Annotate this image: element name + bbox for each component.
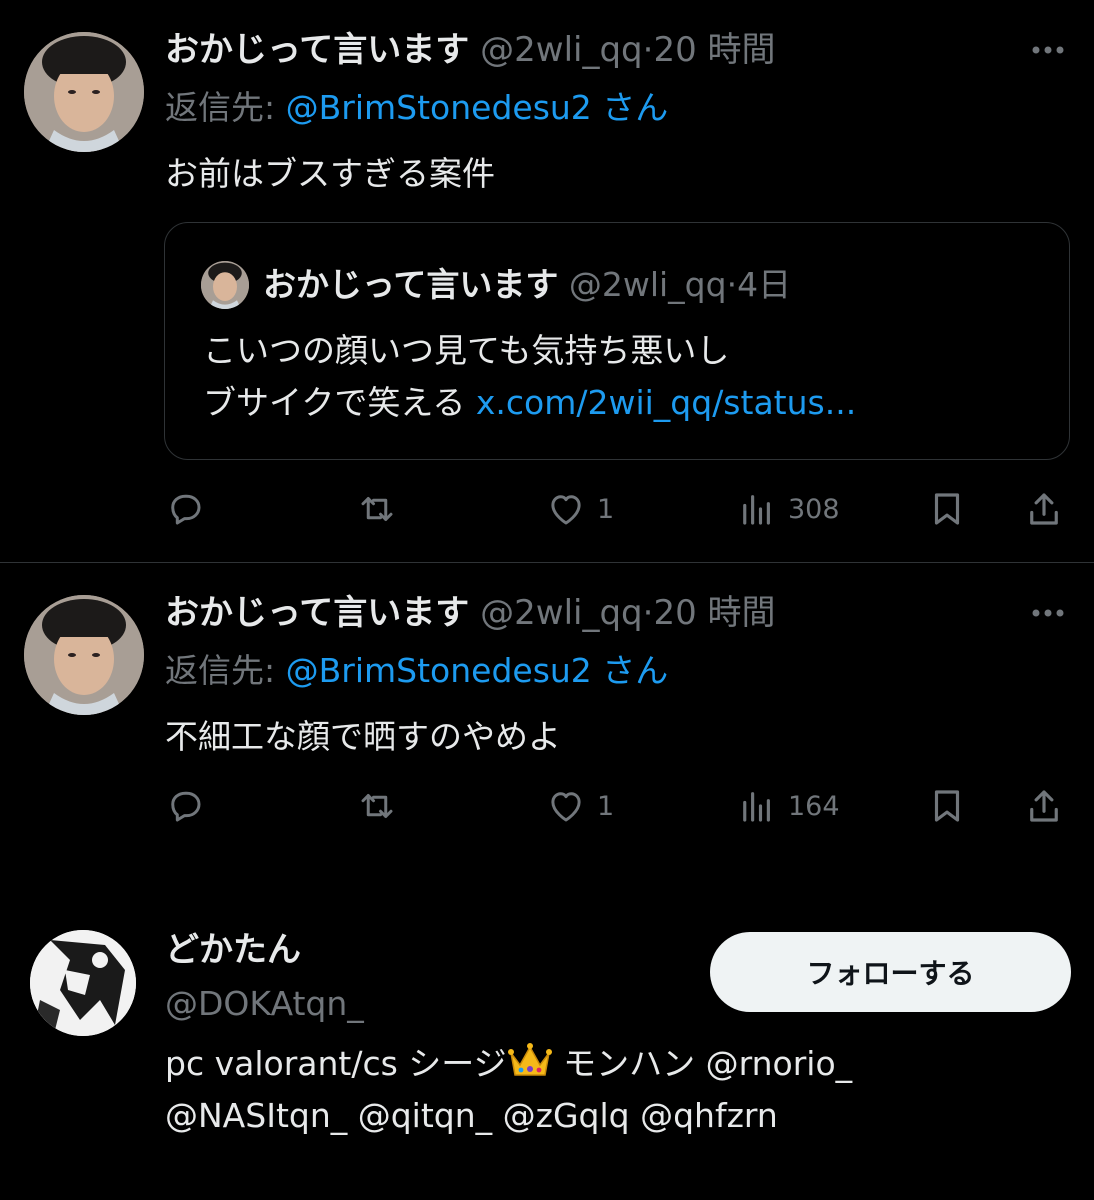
views-icon [743, 792, 770, 822]
more-options-icon[interactable] [1028, 593, 1068, 633]
more-options-icon[interactable] [1028, 30, 1068, 70]
bookmark-button[interactable] [926, 781, 968, 831]
reply-mention-handle[interactable]: @BrimStonedesu2 [286, 88, 592, 127]
author-avatar[interactable] [24, 595, 144, 715]
user-bio-line: pc valorant/cs シージ モンハン @rnorio_ [165, 1040, 852, 1088]
bio-mention[interactable]: @rnorio_ [706, 1044, 853, 1083]
retweet-button[interactable] [356, 781, 398, 831]
quoted-text: ブサイクで笑える [203, 383, 466, 422]
reply-button[interactable] [164, 781, 206, 831]
views-button[interactable]: 308 [736, 484, 840, 534]
reply-suffix: さん [602, 651, 669, 690]
reply-context: 返信先: @BrimStonedesu2 さん [165, 649, 668, 693]
user-handle[interactable]: @DOKAtqn_ [165, 980, 364, 1028]
reply-mention[interactable]: @BrimStonedesu2 さん [286, 651, 669, 690]
tweet-actions: 1 164 [0, 781, 1094, 831]
reply-button[interactable] [164, 484, 206, 534]
tweet-header: おかじって言います @2wli_qq·20 時間 [165, 28, 1004, 72]
reply-prefix: 返信先: [165, 88, 276, 127]
reply-mention[interactable]: @BrimStonedesu2 さん [286, 88, 669, 127]
author-avatar[interactable] [24, 32, 144, 152]
bio-text: モンハン [563, 1044, 696, 1083]
timeline: おかじって言います @2wli_qq·20 時間 返信先: @BrimStone… [0, 0, 1094, 1200]
separator: · [642, 30, 654, 70]
reply-suffix: さん [602, 88, 669, 127]
timestamp[interactable]: 20 時間 [653, 593, 775, 633]
quoted-author-handle: @2wli_qq [568, 265, 727, 304]
like-count: 1 [597, 790, 615, 822]
tweet[interactable]: おかじって言います @2wli_qq·20 時間 返信先: @BrimStone… [0, 563, 1094, 863]
reply-icon [171, 494, 201, 525]
views-icon [743, 495, 770, 525]
timestamp[interactable]: 20 時間 [653, 30, 775, 70]
user-bio-mentions[interactable]: @NASItqn_ @qitqn_ @zGqlq @qhfzrn [165, 1092, 778, 1140]
quoted-header: おかじって言います @2wli_qq·4日 [263, 263, 791, 307]
bookmark-icon [934, 493, 960, 525]
share-button[interactable] [1023, 781, 1065, 831]
quoted-link[interactable]: x.com/2wii_qq/status... [476, 383, 856, 422]
author-handle[interactable]: @2wli_qq [480, 30, 643, 70]
tweet-text: 不細工な顔で晒すのやめよ [165, 717, 561, 756]
retweet-icon [361, 794, 393, 818]
like-button[interactable]: 1 [545, 484, 614, 534]
share-icon [1030, 493, 1058, 525]
author-name[interactable]: おかじって言います [165, 30, 469, 70]
heart-icon [551, 792, 581, 822]
bookmark-icon [934, 790, 960, 822]
retweet-button[interactable] [356, 484, 398, 534]
heart-icon [551, 495, 581, 525]
quoted-author-name: おかじって言います [263, 265, 559, 304]
retweet-icon [361, 497, 393, 521]
tweet-text: お前はブスすぎる案件 [165, 154, 495, 193]
bookmark-button[interactable] [926, 484, 968, 534]
quoted-timestamp: 4日 [737, 265, 792, 304]
share-button[interactable] [1023, 484, 1065, 534]
like-button[interactable]: 1 [545, 781, 614, 831]
user-avatar[interactable] [30, 930, 136, 1036]
tweet-header: おかじって言います @2wli_qq·20 時間 [165, 591, 1004, 635]
reply-mention-handle[interactable]: @BrimStonedesu2 [286, 651, 592, 690]
crown-emoji-icon [507, 1041, 553, 1079]
bio-text: pc valorant/cs シージ [165, 1044, 507, 1083]
quoted-text-line: ブサイクで笑える x.com/2wii_qq/status... [203, 381, 856, 425]
quoted-separator: · [726, 265, 738, 304]
quoted-tweet[interactable]: おかじって言います @2wli_qq·4日 こいつの顔いつ見ても気持ち悪いし ブ… [164, 222, 1070, 460]
reply-icon [171, 791, 201, 822]
share-icon [1030, 790, 1058, 822]
reply-context: 返信先: @BrimStonedesu2 さん [165, 86, 668, 130]
like-count: 1 [597, 493, 615, 525]
author-name[interactable]: おかじって言います [165, 593, 469, 633]
quoted-author-avatar [201, 261, 249, 309]
quoted-text-line: こいつの顔いつ見ても気持ち悪いし [203, 331, 730, 370]
view-count: 308 [788, 493, 840, 525]
views-button[interactable]: 164 [736, 781, 840, 831]
separator: · [642, 593, 654, 633]
user-name[interactable]: どかたん [165, 926, 301, 974]
follow-button[interactable]: フォローする [710, 932, 1071, 1012]
author-handle[interactable]: @2wli_qq [480, 593, 643, 633]
tweet[interactable]: おかじって言います @2wli_qq·20 時間 返信先: @BrimStone… [0, 0, 1094, 560]
reply-prefix: 返信先: [165, 651, 276, 690]
view-count: 164 [788, 790, 840, 822]
tweet-actions: 1 308 [0, 484, 1094, 534]
